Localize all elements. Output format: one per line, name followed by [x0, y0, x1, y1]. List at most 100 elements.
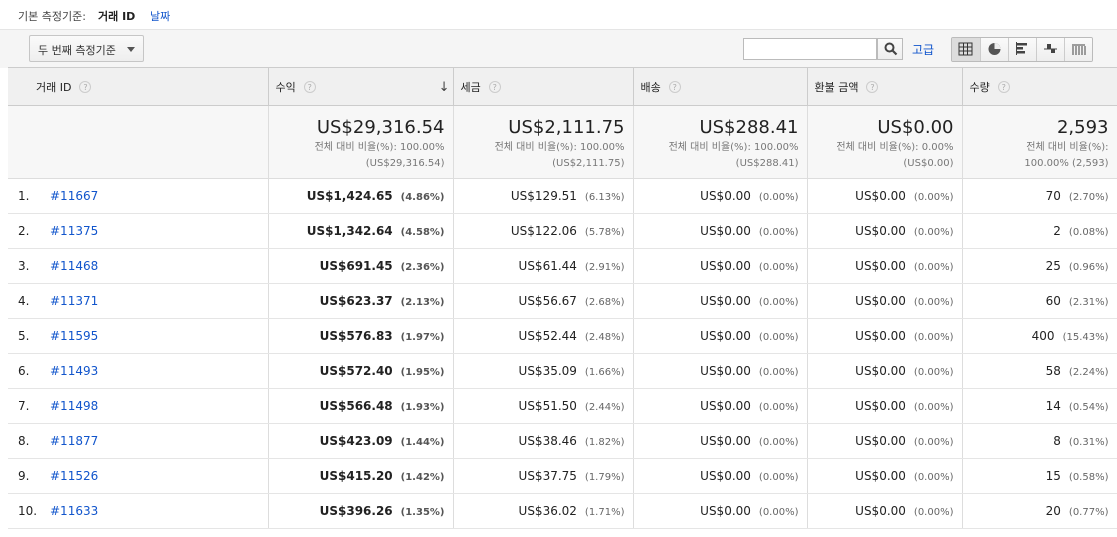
transaction-id-link[interactable]: #11526: [50, 469, 98, 483]
total-shipping: US$288.41 전체 대비 비율(%): 100.00% (US$288.41): [633, 105, 808, 179]
table-header-row: 거래 ID? 수익? ↓ 세금? 배송? 환불 금액? 수량?: [8, 67, 1117, 106]
cell-value: 15: [1045, 469, 1061, 483]
advanced-filter-link[interactable]: 고급: [912, 41, 934, 58]
transaction-id-link[interactable]: #11375: [50, 224, 98, 238]
cell-value: 8: [1053, 434, 1061, 448]
transaction-id-cell: 9. #11526: [8, 458, 269, 494]
tax-cell: US$36.02 (1.71%): [453, 493, 634, 529]
table-view-button[interactable]: [952, 38, 980, 61]
row-rank: 6.: [18, 364, 30, 378]
pivot-view-button[interactable]: [1064, 38, 1092, 61]
cell-value: US$566.48: [319, 399, 393, 413]
table-row: 2. #11375 US$1,342.64 (4.58%) US$122.06 (5.78…: [8, 213, 1117, 249]
table-row: 8. #11877 US$423.09 (1.44%) US$38.46 (1.82%) U…: [8, 423, 1117, 459]
total-percent: 전체 대비 비율(%): 0.00%: [836, 142, 954, 153]
cell-value: US$0.00: [855, 469, 906, 483]
table-row: 1. #11667 US$1,424.65 (4.86%) US$129.51 (6.13…: [8, 178, 1117, 214]
cell-value: US$0.00: [855, 189, 906, 203]
cell-value: US$0.00: [855, 364, 906, 378]
transaction-id-link[interactable]: #11633: [50, 504, 98, 518]
comparison-view-button[interactable]: [1036, 38, 1064, 61]
cell-value: US$0.00: [700, 189, 751, 203]
quantity-cell: 15 (0.58%): [962, 458, 1117, 494]
pivot-view-icon: [1072, 44, 1086, 55]
cell-value: US$1,424.65: [306, 189, 393, 203]
help-icon[interactable]: ?: [303, 80, 316, 93]
cell-value: US$36.02: [518, 504, 577, 518]
quantity-cell: 60 (2.31%): [962, 283, 1117, 319]
transaction-id-link[interactable]: #11371: [50, 294, 98, 308]
refund-cell: US$0.00 (0.00%): [807, 353, 963, 389]
cell-value: US$0.00: [855, 224, 906, 238]
row-rank: 5.: [18, 329, 30, 343]
tax-cell: US$122.06 (5.78%): [453, 213, 634, 249]
cell-percent: (1.95%): [400, 367, 445, 378]
transaction-id-link[interactable]: #11493: [50, 364, 98, 378]
cell-percent: (0.00%): [913, 472, 954, 483]
revenue-cell: US$572.40 (1.95%): [268, 353, 454, 389]
performance-view-button[interactable]: [1008, 38, 1036, 61]
total-absolute: (US$2,111.75): [552, 158, 625, 169]
cell-value: US$0.00: [700, 364, 751, 378]
help-icon[interactable]: ?: [997, 80, 1010, 93]
tax-cell: US$52.44 (2.48%): [453, 318, 634, 354]
cell-value: US$52.44: [518, 329, 577, 343]
search-button[interactable]: [877, 38, 903, 60]
cell-percent: (0.00%): [913, 332, 954, 343]
transaction-id-link[interactable]: #11468: [50, 259, 98, 273]
total-value: US$2,111.75: [508, 117, 625, 138]
tax-cell: US$38.46 (1.82%): [453, 423, 634, 459]
pie-view-icon: [988, 43, 1001, 55]
transaction-id-link[interactable]: #11498: [50, 399, 98, 413]
row-rank: 10.: [18, 504, 38, 518]
cell-value: US$56.67: [518, 294, 577, 308]
cell-value: US$0.00: [855, 399, 906, 413]
refund-cell: US$0.00 (0.00%): [807, 388, 963, 424]
quantity-cell: 2 (0.08%): [962, 213, 1117, 249]
column-header-refund-amount[interactable]: 환불 금액?: [807, 67, 963, 106]
help-icon[interactable]: ?: [488, 80, 501, 93]
cell-value: US$0.00: [700, 434, 751, 448]
shipping-cell: US$0.00 (0.00%): [633, 423, 808, 459]
transaction-id-cell: 3. #11468: [8, 248, 269, 284]
pie-view-button[interactable]: [980, 38, 1008, 61]
primary-dimension-date-link[interactable]: 날짜: [150, 8, 170, 24]
shipping-cell: US$0.00 (0.00%): [633, 318, 808, 354]
cell-value: US$0.00: [700, 294, 751, 308]
sort-desc-icon: ↓: [438, 80, 450, 95]
cell-value: 14: [1045, 399, 1061, 413]
cell-percent: (2.31%): [1068, 297, 1109, 308]
cell-percent: (1.93%): [400, 402, 445, 413]
cell-value: US$691.45: [319, 259, 393, 273]
help-icon[interactable]: ?: [79, 80, 92, 93]
cell-percent: (2.24%): [1068, 367, 1109, 378]
column-header-tax[interactable]: 세금?: [453, 67, 634, 106]
shipping-cell: US$0.00 (0.00%): [633, 178, 808, 214]
cell-value: 60: [1045, 294, 1061, 308]
quantity-cell: 14 (0.54%): [962, 388, 1117, 424]
cell-value: 20: [1045, 504, 1061, 518]
cell-percent: (1.79%): [584, 472, 625, 483]
total-value: US$288.41: [699, 117, 799, 138]
cell-value: US$0.00: [700, 469, 751, 483]
help-icon[interactable]: ?: [668, 80, 681, 93]
transaction-id-link[interactable]: #11877: [50, 434, 98, 448]
cell-percent: (0.00%): [913, 262, 954, 273]
tax-cell: US$51.50 (2.44%): [453, 388, 634, 424]
column-header-quantity[interactable]: 수량?: [962, 67, 1117, 106]
total-percent: 전체 대비 비율(%): 100.00%: [668, 142, 799, 153]
cell-percent: (4.86%): [400, 192, 445, 203]
cell-value: US$423.09: [319, 434, 393, 448]
search-input[interactable]: [743, 38, 877, 60]
help-icon[interactable]: ?: [866, 80, 879, 93]
column-header-shipping[interactable]: 배송?: [633, 67, 808, 106]
secondary-dimension-dropdown[interactable]: 두 번째 측정기준: [29, 35, 144, 62]
column-header-revenue[interactable]: 수익? ↓: [268, 67, 454, 106]
cell-value: US$572.40: [319, 364, 393, 378]
column-header-transaction-id[interactable]: 거래 ID?: [8, 67, 269, 106]
search-icon: [884, 42, 898, 56]
transaction-id-link[interactable]: #11595: [50, 329, 98, 343]
transaction-id-link[interactable]: #11667: [50, 189, 98, 203]
cell-value: US$1,342.64: [306, 224, 393, 238]
cell-percent: (1.42%): [400, 472, 445, 483]
